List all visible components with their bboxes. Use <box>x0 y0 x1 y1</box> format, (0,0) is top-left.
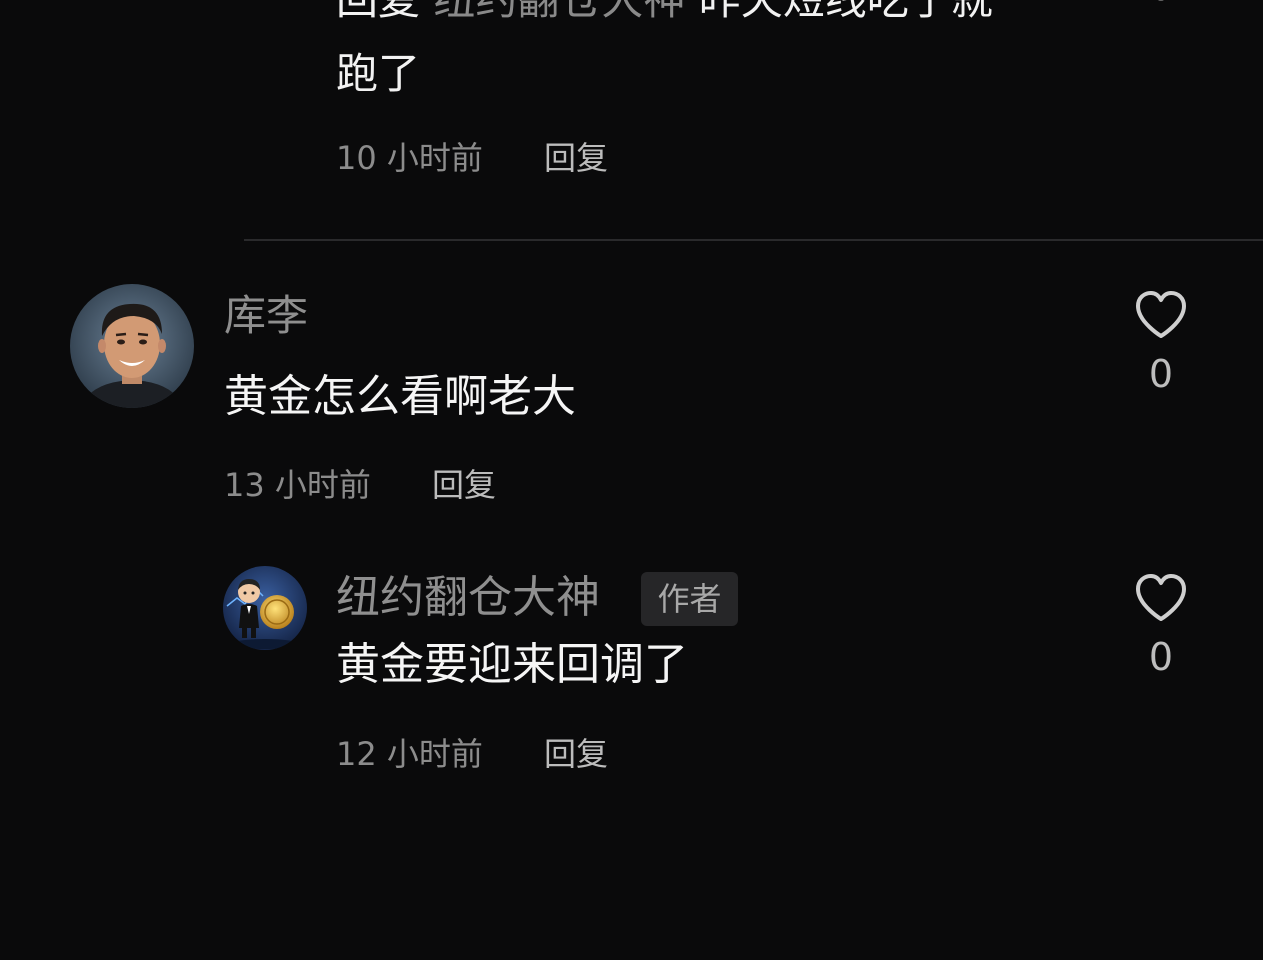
comment-text: 黄金要迎来回调了 <box>336 639 688 690</box>
avatar[interactable] <box>70 284 194 408</box>
reply-button[interactable]: 回复 <box>544 136 608 180</box>
heart-icon <box>1136 291 1186 338</box>
reply-meta: 10 小时前 回复 <box>336 136 608 180</box>
author-badge: 作者 <box>641 572 738 626</box>
username[interactable]: 纽约翻仓大神 <box>336 569 600 627</box>
like-button[interactable] <box>1134 290 1188 340</box>
reply-button[interactable]: 回复 <box>544 732 608 776</box>
author-avatar[interactable] <box>223 566 307 650</box>
user-avatar-icon <box>70 284 194 408</box>
like-count: 0 <box>1148 352 1174 396</box>
comment-meta: 12 小时前 回复 <box>336 732 608 776</box>
timestamp: 10 小时前 <box>336 139 483 177</box>
like-count: 0 <box>1148 0 1174 6</box>
reply-text-line1: 回复 纽约翻仓大神 昨天短线吃了就 <box>336 0 993 26</box>
mention-username[interactable]: 纽约翻仓大神 <box>433 0 685 24</box>
comment-meta: 13 小时前 回复 <box>224 463 496 507</box>
like-count: 0 <box>1148 635 1174 679</box>
reply-text-line2: 跑了 <box>336 49 421 98</box>
author-avatar-icon <box>223 566 307 650</box>
reply-button[interactable]: 回复 <box>432 463 496 507</box>
reply-text-part: 昨天短线吃了就 <box>699 0 993 24</box>
reply-prefix: 回复 <box>336 0 420 24</box>
heart-icon <box>1136 574 1186 621</box>
timestamp: 12 小时前 <box>336 735 483 773</box>
timestamp: 13 小时前 <box>224 466 371 504</box>
like-button[interactable] <box>1134 573 1188 623</box>
comment-thread: 回复 纽约翻仓大神 昨天短线吃了就 跑了 0 10 小时前 回复 <box>0 0 1263 960</box>
username[interactable]: 库李 <box>224 288 308 344</box>
comment-text: 黄金怎么看啊老大 <box>224 371 576 422</box>
divider <box>244 239 1263 241</box>
